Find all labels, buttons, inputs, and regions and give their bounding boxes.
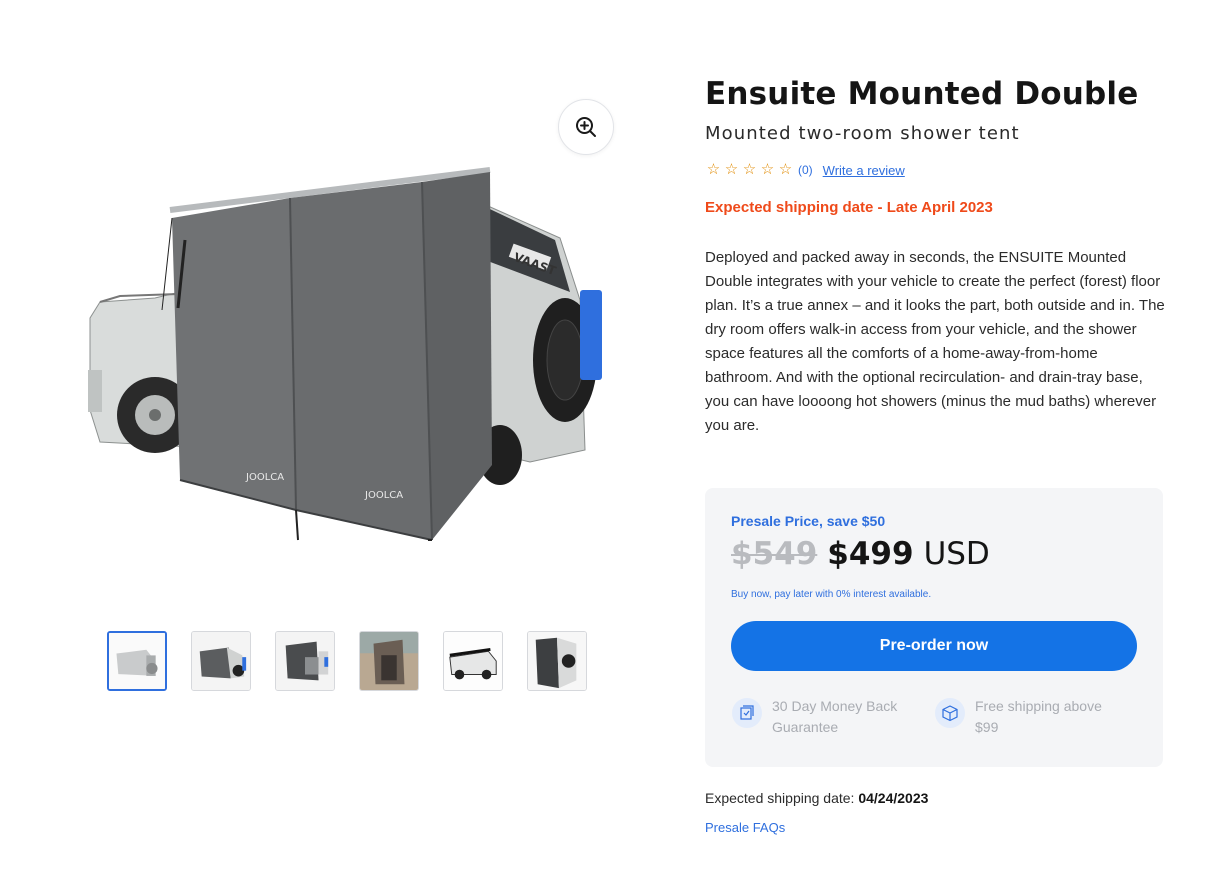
currency-label: USD [923, 536, 990, 572]
presale-label: Presale Price, save $50 [731, 513, 886, 529]
thumbnail-3[interactable] [275, 631, 335, 691]
sale-price: $499 [827, 536, 914, 572]
rating-row: ☆ ☆ ☆ ☆ ☆ (0) Write a review [705, 160, 1165, 180]
star-rating: ☆ ☆ ☆ ☆ ☆ [705, 162, 794, 178]
original-price: $549 [731, 536, 818, 572]
money-back-icon [732, 698, 762, 728]
thumbnail-5[interactable] [443, 631, 503, 691]
price-row: $549 $499 USD [731, 536, 1137, 580]
thumbnail-2[interactable] [191, 631, 251, 691]
star-icon: ☆ [778, 161, 793, 178]
product-gallery: VAAST JOOLCA JOOLCA [60, 70, 650, 710]
thumbnail-4[interactable] [359, 631, 419, 691]
product-subtitle: Mounted two-room shower tent [705, 123, 1020, 144]
star-icon: ☆ [724, 161, 739, 178]
price-card: Presale Price, save $50 $549 $499 USD Bu… [705, 488, 1163, 767]
thumbnail-strip [107, 631, 587, 691]
tent-logo-right: JOOLCA [364, 490, 403, 501]
presale-faqs-link[interactable]: Presale FAQs [705, 819, 785, 837]
perks-row: 30 Day Money Back Guarantee Free shippin… [731, 696, 1137, 738]
zoom-in-icon [576, 117, 596, 137]
star-icon: ☆ [742, 161, 757, 178]
write-review-link[interactable]: Write a review [823, 163, 905, 178]
thumbnail-6[interactable] [527, 631, 587, 691]
expected-date-label: Expected shipping date: [705, 790, 855, 806]
preorder-button[interactable]: Pre-order now [731, 621, 1137, 671]
perk-money-back-text: 30 Day Money Back Guarantee [772, 698, 898, 735]
shipping-box-icon [935, 698, 965, 728]
review-count[interactable]: (0) [798, 163, 813, 177]
zoom-button[interactable] [558, 99, 614, 155]
perk-free-shipping: Free shipping above $99 [934, 696, 1137, 738]
star-icon: ☆ [706, 161, 721, 178]
expected-date-value: 04/24/2023 [858, 790, 929, 806]
expected-shipping-note: Expected shipping date - Late April 2023 [705, 199, 993, 216]
star-icon: ☆ [760, 161, 775, 178]
pay-later-note: Buy now, pay later with 0% interest avai… [731, 589, 932, 600]
product-info: Ensuite Mounted Double Mounted two-room … [705, 72, 1165, 438]
perk-money-back: 30 Day Money Back Guarantee [731, 696, 934, 738]
product-title: Ensuite Mounted Double [705, 76, 1139, 112]
perk-free-shipping-text: Free shipping above $99 [975, 698, 1102, 735]
thumbnail-1[interactable] [107, 631, 167, 691]
product-description: Deployed and packed away in seconds, the… [705, 249, 1165, 434]
main-product-image[interactable]: VAAST JOOLCA JOOLCA [60, 70, 650, 610]
expected-shipping-date: Expected shipping date: 04/24/2023 [705, 789, 928, 807]
tent-logo-left: JOOLCA [245, 472, 284, 483]
